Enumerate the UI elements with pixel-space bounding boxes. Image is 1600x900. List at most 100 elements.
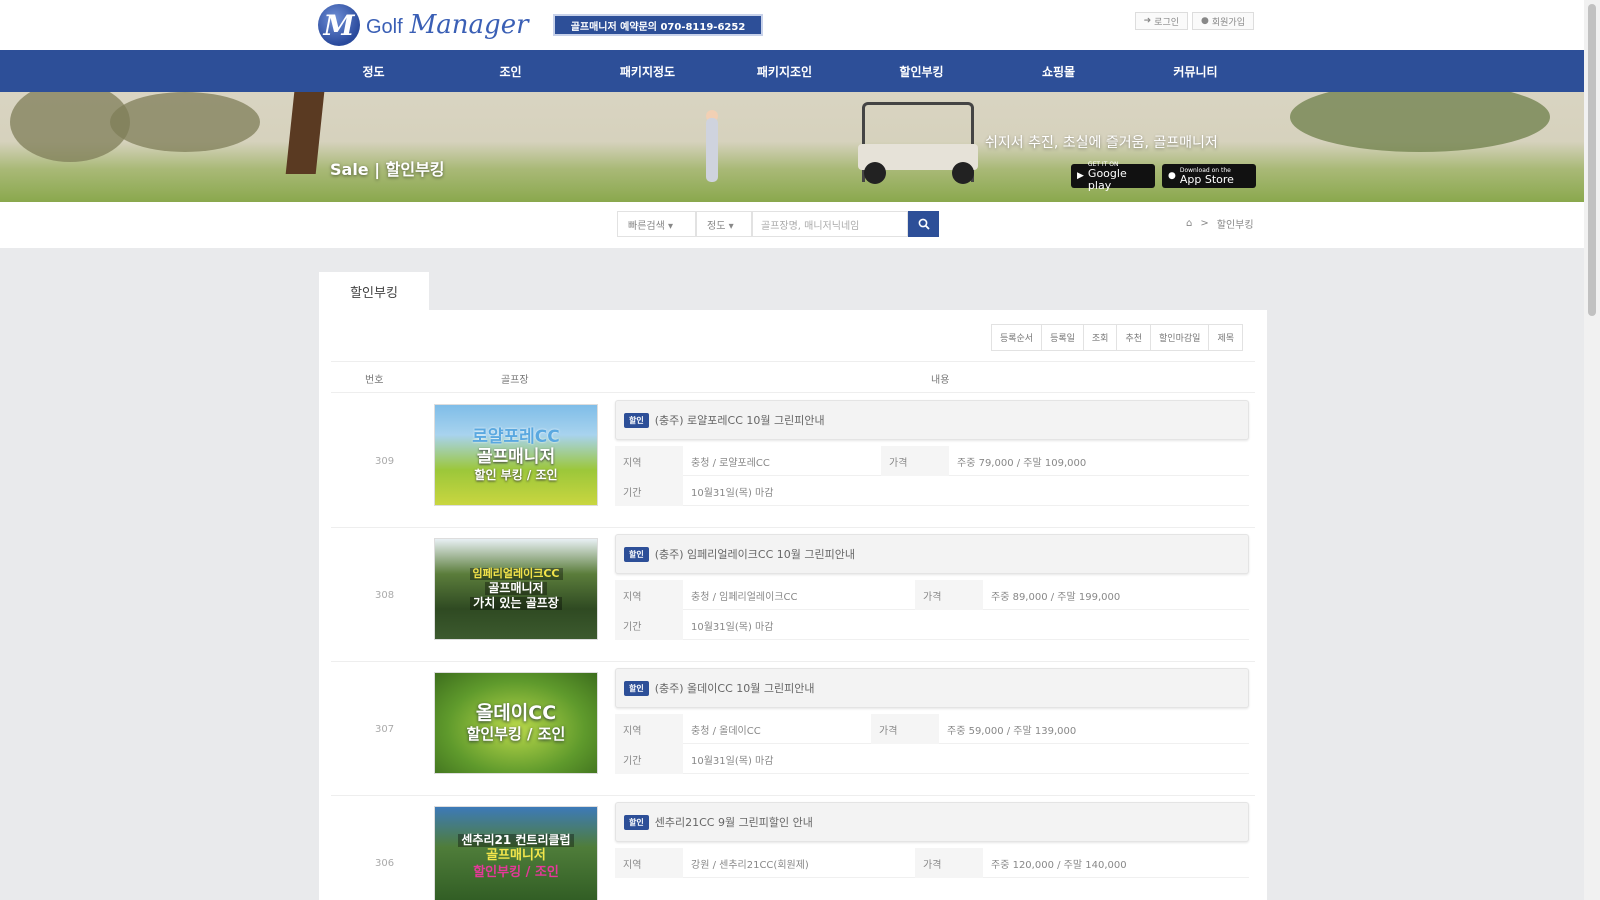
sort-option[interactable]: 추천 (1117, 325, 1152, 350)
period-label: 기간 (615, 744, 683, 774)
nav-item-sale[interactable]: 할인부킹 (853, 50, 990, 92)
nav-item-package-join[interactable]: 패키지조인 (716, 50, 853, 92)
region-select[interactable]: 정도 ▾ (696, 211, 752, 237)
region-value: 충청 / 로얄포레CC (691, 457, 770, 469)
breadcrumb: ⌂ > 할인부킹 (1186, 216, 1254, 231)
thumb-text: 할인 부킹 / 조인 (474, 468, 558, 483)
apple-icon: ● (1168, 171, 1176, 181)
header-course: 골프장 (501, 375, 529, 386)
table-header: 번호 골프장 내용 (331, 361, 1255, 393)
item-info-row: 기간 10월31일(목) 마감 (615, 744, 1249, 774)
course-thumbnail[interactable]: 로얄포레CC 골프매니저 할인 부킹 / 조인 (434, 404, 598, 506)
course-thumbnail[interactable]: 센추리21 컨트리클럽 골프매니저 할인부킹 / 조인 (434, 806, 598, 900)
breadcrumb-current: 할인부킹 (1216, 220, 1254, 231)
price-value: 주중 120,000 / 주말 140,000 (991, 859, 1127, 871)
breadcrumb-separator: > (1200, 218, 1209, 229)
tab-sale[interactable]: 할인부킹 (319, 272, 429, 310)
login-icon: ➜ (1143, 16, 1152, 26)
item-title-text: (충주) 임페리얼레이크CC 10월 그린피안내 (654, 548, 855, 561)
signup-button[interactable]: ● 회원가입 (1192, 12, 1254, 30)
thumb-text: 할인부킹 / 조인 (473, 864, 559, 880)
price-label: 가격 (871, 714, 939, 744)
logo-wordmark: Golf Manager (366, 10, 529, 40)
tree-decoration (1290, 92, 1550, 152)
page-scrollbar[interactable] (1584, 0, 1600, 900)
thumb-text: 올데이CC (475, 702, 557, 725)
login-label: 로그인 (1154, 17, 1180, 28)
course-thumbnail[interactable]: 임페리얼레이크CC 골프매니저 가치 있는 골프장 (434, 538, 598, 640)
search-input[interactable]: 골프장명, 매니저닉네임 (752, 211, 908, 237)
nav-item-join[interactable]: 조인 (442, 50, 579, 92)
item-title[interactable]: 할인 (충주) 로얄포레CC 10월 그린피안내 (615, 400, 1249, 440)
sort-option[interactable]: 제목 (1209, 325, 1242, 350)
thumb-text: 골프매니저 (485, 581, 547, 596)
item-title[interactable]: 할인 (충주) 임페리얼레이크CC 10월 그린피안내 (615, 534, 1249, 574)
quick-search-select[interactable]: 빠른검색 ▾ (617, 211, 696, 237)
table-row[interactable]: 308 임페리얼레이크CC 골프매니저 가치 있는 골프장 할인 (충주) 임페… (331, 528, 1255, 662)
table-row[interactable]: 307 올데이CC 할인부킹 / 조인 할인 (충주) 올데이CC 10월 그린… (331, 662, 1255, 796)
table-row[interactable]: 309 로얄포레CC 골프매니저 할인 부킹 / 조인 할인 (충주) 로얄포레… (331, 394, 1255, 528)
nav-item-package-booking[interactable]: 패키지정도 (579, 50, 716, 92)
logo-mark: M (318, 4, 360, 46)
thumb-text: 로얄포레CC (472, 426, 560, 447)
app-store-badge[interactable]: ● Download on the App Store (1162, 164, 1256, 188)
item-info-row: 지역 강원 / 센추리21CC(회원제) 가격 주중 120,000 / 주말 … (615, 848, 1249, 878)
row-number: 309 (375, 456, 395, 467)
top-header: M Golf Manager 골프매니저 예약문의 070-8119-6252 … (0, 0, 1584, 50)
hero-slogan: 쉬지서 추진, 초실에 즐거움, 골프매니저 (985, 135, 1218, 151)
tree-trunk (285, 92, 325, 174)
sale-badge: 할인 (624, 680, 649, 696)
course-thumbnail[interactable]: 올데이CC 할인부킹 / 조인 (434, 672, 598, 774)
region-value: 강원 / 센추리21CC(회원제) (691, 859, 809, 871)
nav-item-community[interactable]: 커뮤니티 (1127, 50, 1264, 92)
nav-item-shop[interactable]: 쇼핑몰 (990, 50, 1127, 92)
google-big: Google play (1087, 166, 1127, 192)
signup-label: 회원가입 (1211, 17, 1245, 28)
logo-word-golf: Golf (366, 16, 403, 38)
home-icon[interactable]: ⌂ (1186, 218, 1192, 229)
scrollbar-thumb[interactable] (1588, 4, 1596, 316)
nav-item-booking[interactable]: 정도 (305, 50, 442, 92)
sort-option[interactable]: 할인마감일 (1151, 325, 1210, 350)
table-row[interactable]: 306 센추리21 컨트리클럽 골프매니저 할인부킹 / 조인 할인 센추리21… (331, 796, 1255, 900)
thumb-text: 임페리얼레이크CC (469, 567, 563, 580)
thumb-text: 가치 있는 골프장 (470, 596, 562, 611)
tree-decoration (110, 92, 260, 152)
period-value: 10월31일(목) 마감 (691, 755, 774, 767)
price-label: 가격 (881, 446, 949, 476)
region-label: 지역 (615, 446, 683, 476)
search-bar: 빠른검색 ▾ 정도 ▾ 골프장명, 매니저닉네임 ⌂ > 할인부킹 (0, 202, 1584, 248)
search-button[interactable] (908, 211, 939, 237)
logo-word-manager: Manager (409, 10, 529, 40)
item-title[interactable]: 할인 센추리21CC 9월 그린피할인 안내 (615, 802, 1249, 842)
price-value: 주중 89,000 / 주말 199,000 (991, 591, 1121, 603)
item-title-text: (충주) 로얄포레CC 10월 그린피안내 (654, 414, 825, 427)
main-nav: 정도 조인 패키지정도 패키지조인 할인부킹 쇼핑몰 커뮤니티 (0, 50, 1584, 92)
row-number: 306 (375, 858, 395, 869)
search-icon (918, 218, 930, 230)
sort-option[interactable]: 조회 (1084, 325, 1118, 350)
sort-option[interactable]: 등록순서 (992, 325, 1043, 350)
price-value: 주중 59,000 / 주말 139,000 (947, 725, 1077, 737)
sort-option[interactable]: 등록일 (1042, 325, 1084, 350)
google-play-badge[interactable]: ▶ GET IT ON Google play (1071, 161, 1155, 191)
thumb-text: 할인부킹 / 조인 (466, 725, 566, 744)
region-value: 충청 / 임페리얼레이크CC (691, 591, 798, 603)
period-label: 기간 (615, 610, 683, 640)
row-number: 307 (375, 724, 395, 735)
row-number: 308 (375, 590, 395, 601)
site-logo[interactable]: M Golf Manager (318, 4, 529, 46)
sale-list-panel: 등록순서 등록일 조회 추천 할인마감일 제목 번호 골프장 내용 309 로얄… (319, 310, 1267, 900)
item-title-text: (충주) 올데이CC 10월 그린피안내 (654, 682, 815, 695)
region-label: 지역 (615, 714, 683, 744)
sale-badge: 할인 (624, 412, 649, 428)
account-buttons: ➜ 로그인 ● 회원가입 (1134, 12, 1254, 30)
login-button[interactable]: ➜ 로그인 (1134, 12, 1189, 30)
thumb-text: 센추리21 컨트리클럽 (458, 833, 574, 848)
period-value: 10월31일(목) 마감 (691, 621, 774, 633)
region-label: 지역 (615, 580, 683, 610)
price-label: 가격 (915, 580, 983, 610)
item-title[interactable]: 할인 (충주) 올데이CC 10월 그린피안내 (615, 668, 1249, 708)
price-label: 가격 (915, 848, 983, 878)
price-value: 주중 79,000 / 주말 109,000 (957, 457, 1087, 469)
